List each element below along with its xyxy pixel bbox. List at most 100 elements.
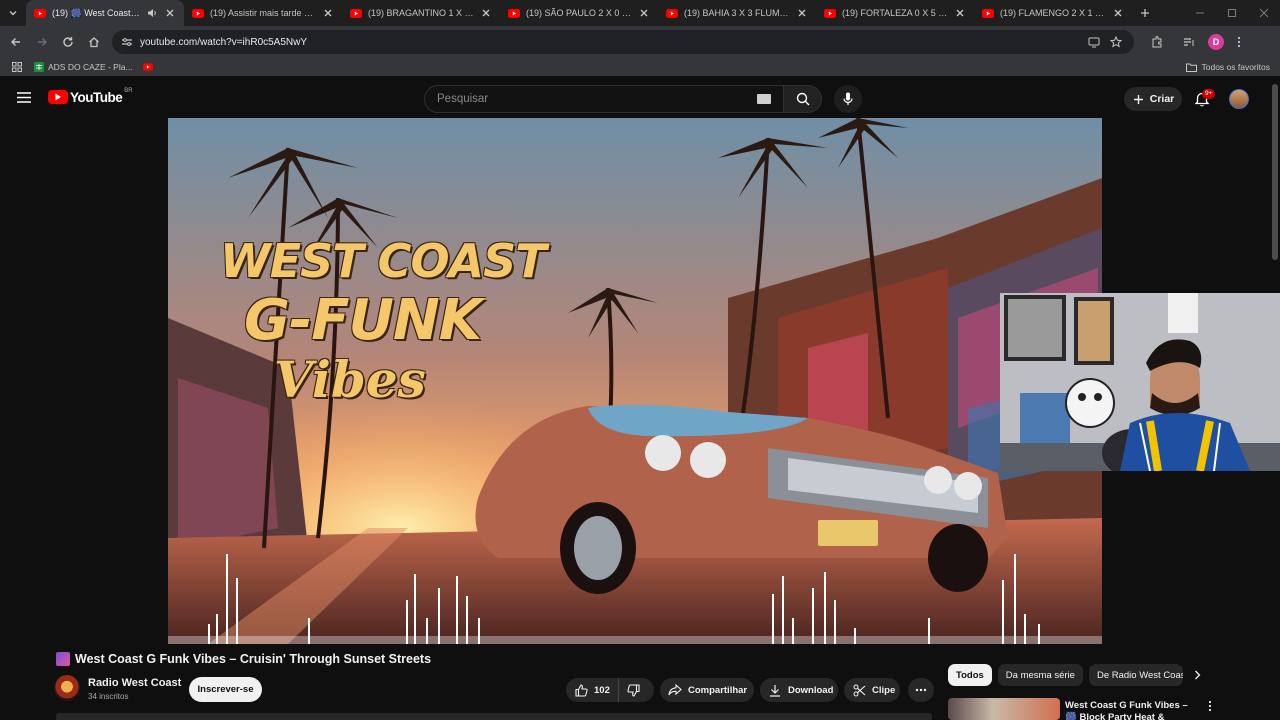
tab-title: (19) Assistir mais tarde - YouTub [210,8,316,18]
recommendation-thumbnail[interactable] [948,698,1060,720]
video-title-text: West Coast G Funk Vibes – Cruisin' Throu… [75,652,432,666]
clip-button[interactable]: Clipe [844,678,900,702]
like-dislike-group: 102 [566,678,654,702]
close-tab-icon[interactable] [164,7,176,19]
youtube-favicon-icon [982,7,994,19]
speaker-icon[interactable] [146,7,158,19]
profile-avatar[interactable]: D [1208,34,1224,50]
clip-label: Clipe [872,684,896,696]
tab-assistir-mais-tarde[interactable]: (19) Assistir mais tarde - YouTub [184,0,342,26]
youtube-favicon-icon [666,7,678,19]
bookmark-label: ADS DO CAZE - Pla... [48,62,133,72]
share-button[interactable]: Compartilhar [660,678,754,702]
tab-title: (19) FORTALEZA 0 X 5 BOTAFOG [842,8,948,18]
site-settings-icon[interactable] [120,35,134,49]
tab-title: (19) SÃO PAULO 2 X 0 VITÓRIA [526,8,632,18]
youtube-favicon-icon [824,7,836,19]
install-app-icon[interactable] [1084,32,1104,52]
download-label: Download [788,684,834,696]
page-scrollbar[interactable] [1272,84,1278,260]
download-icon [768,683,782,697]
youtube-favicon-icon [34,7,46,19]
webcam-feed-image [1000,293,1280,471]
subscriber-count: 34 inscritos [88,692,129,701]
browser-toolbar: youtube.com/watch?v=ihR0c5A5NwY D [0,26,1280,58]
close-tab-icon[interactable] [322,7,334,19]
close-tab-icon[interactable] [638,7,650,19]
tab-bahia[interactable]: (19) BAHIA 3 X 3 FLUMINENSE [658,0,816,26]
apps-grid-icon[interactable] [0,58,34,76]
subscribe-button[interactable]: Inscrever-se [189,677,262,702]
related-filter-chips: Todos Da mesma série De Radio West Coast [948,664,1207,686]
voice-search-button[interactable] [834,85,862,113]
bookmark-ads-do-caze[interactable]: ADS DO CAZE - Pla... [34,62,133,72]
webcam-overlay [1000,293,1280,471]
tab-title: (19) FLAMENGO 2 X 1 MIRASSO [1000,8,1106,18]
close-tab-icon[interactable] [1112,7,1124,19]
thumbnail-line-3: Vibes [274,350,426,409]
account-avatar[interactable] [1229,89,1249,109]
thumbnail-line-2: G-FUNK [244,288,482,353]
address-bar[interactable]: youtube.com/watch?v=ihR0c5A5NwY [112,30,1134,54]
chip-same-series[interactable]: Da mesma série [997,664,1083,686]
microphone-icon [843,92,853,106]
like-count: 102 [594,684,610,696]
folder-icon [1185,61,1197,73]
more-actions-button[interactable] [908,678,934,702]
chip-todos[interactable]: Todos [948,664,992,686]
description-box-edge[interactable] [56,713,932,720]
youtube-wordmark: YouTube [70,89,123,105]
keyboard-icon[interactable] [757,94,771,104]
close-tab-icon[interactable] [480,7,492,19]
bookmark-star-icon[interactable] [1106,32,1126,52]
create-button[interactable]: Criar [1124,87,1182,111]
plus-icon [1132,92,1146,106]
youtube-logo[interactable]: YouTube BR [48,76,133,118]
reload-icon[interactable] [56,30,80,54]
extensions-puzzle-icon[interactable] [1144,30,1170,54]
hamburger-menu-icon[interactable] [0,76,48,118]
tab-west-coast[interactable]: (19) 🎆 West Coast G Funk [26,0,184,26]
media-control-icon[interactable] [1176,30,1202,54]
like-button[interactable]: 102 [566,678,619,702]
more-horizontal-icon [915,688,927,692]
tab-sao-paulo[interactable]: (19) SÃO PAULO 2 X 0 VITÓRIA [500,0,658,26]
country-code: BR [124,88,133,94]
all-bookmarks[interactable]: Todos os favoritos [1185,58,1270,76]
chip-from-channel[interactable]: De Radio West Coast [1088,664,1183,686]
video-title: West Coast G Funk Vibes – Cruisin' Throu… [56,652,431,666]
search-button[interactable] [784,85,822,113]
close-window-icon[interactable] [1248,0,1280,26]
youtube-play-logo-icon [48,90,68,104]
kebab-menu-icon[interactable] [1202,698,1218,714]
tab-search-chevron-icon[interactable] [0,0,26,26]
channel-name[interactable]: Radio West Coast [88,677,181,689]
close-tab-icon[interactable] [954,7,966,19]
search-icon [796,92,810,106]
thumbnail-line-1: WEST COAST [220,234,547,288]
tab-flamengo[interactable]: (19) FLAMENGO 2 X 1 MIRASSO [974,0,1132,26]
bookmarks-bar: ADS DO CAZE - Pla... Todos os favoritos [0,58,1280,76]
maximize-icon[interactable] [1216,0,1248,26]
search-placeholder: Pesquisar [437,93,489,105]
dislike-button[interactable] [619,678,649,702]
chevron-right-icon[interactable] [1189,664,1207,686]
back-arrow-icon[interactable] [4,30,28,54]
kebab-menu-icon[interactable] [1232,30,1246,54]
tab-fortaleza[interactable]: (19) FORTALEZA 0 X 5 BOTAFOG [816,0,974,26]
tab-bragantino[interactable]: (19) BRAGANTINO 1 X 3 INTER [342,0,500,26]
home-icon[interactable] [82,30,106,54]
notification-count-badge: 9+ [1202,89,1216,99]
tab-title: (19) 🎆 West Coast G Funk [52,7,142,18]
minimize-icon[interactable] [1184,0,1216,26]
bookmark-youtube[interactable] [142,62,157,72]
close-tab-icon[interactable] [796,7,808,19]
new-tab-plus-icon[interactable] [1132,0,1158,26]
search-input[interactable]: Pesquisar [424,85,784,113]
fireworks-emoji-icon [56,652,70,666]
download-button[interactable]: Download [760,678,838,702]
recommendation-title[interactable]: West Coast G Funk Vibes – 🎆 Block Party … [1065,700,1195,720]
channel-avatar[interactable] [54,675,80,701]
window-controls [1184,0,1280,26]
forward-arrow-icon[interactable] [30,30,54,54]
